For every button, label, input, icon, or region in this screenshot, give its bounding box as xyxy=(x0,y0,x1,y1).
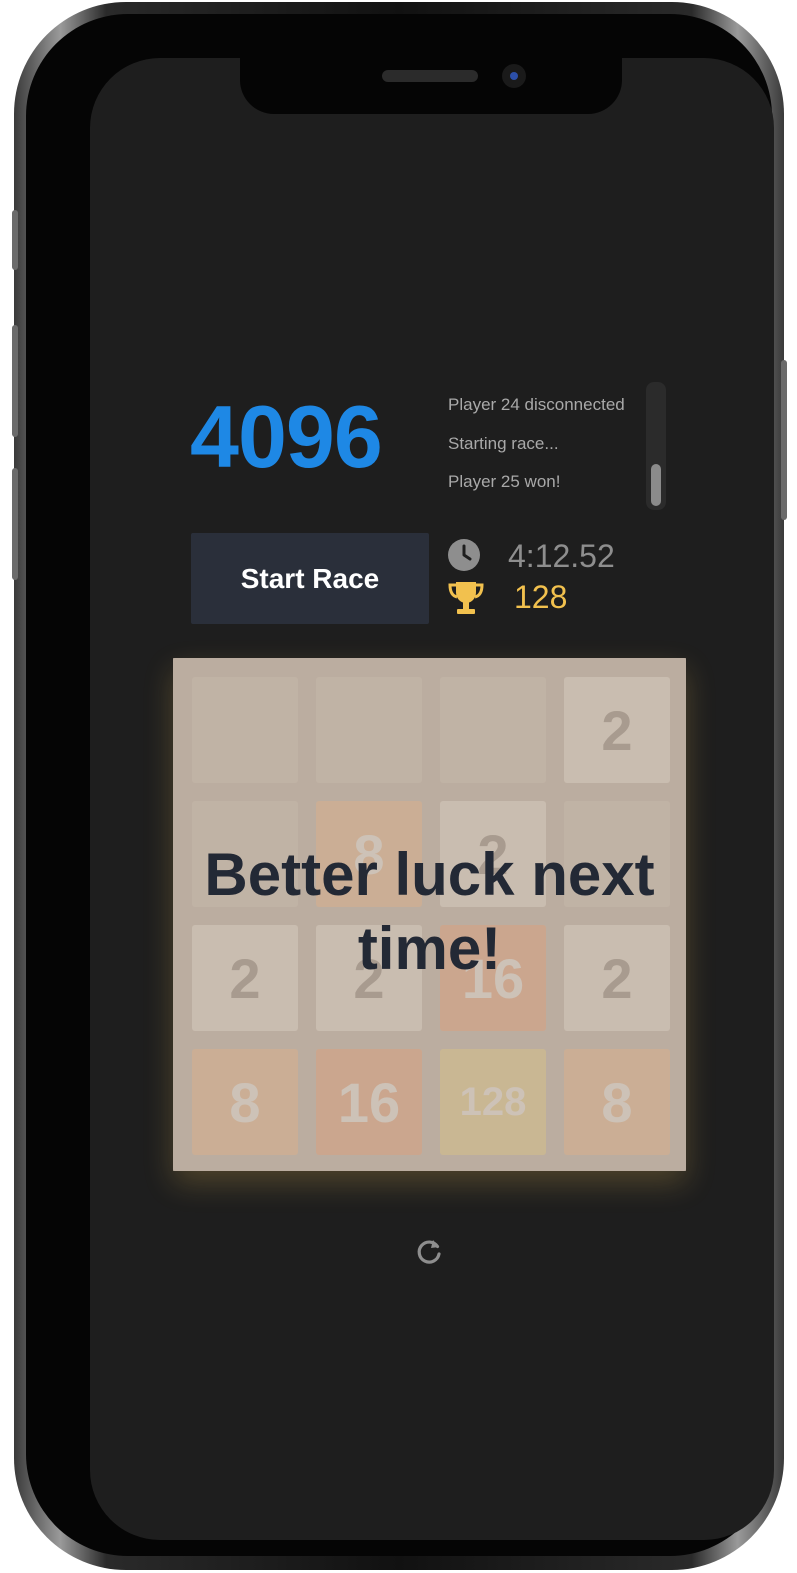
clock-icon xyxy=(448,539,480,571)
notch xyxy=(240,58,622,114)
score-display: 4096 xyxy=(190,387,383,486)
phone-bezel: 4096 Player 24 disconnected Starting rac… xyxy=(26,14,774,1556)
best-tile-value: 128 xyxy=(514,579,568,615)
game-over-overlay: Better luck next time! xyxy=(173,658,686,1171)
power-button xyxy=(781,360,787,520)
trophy-icon xyxy=(448,582,484,614)
game-over-message: Better luck next time! xyxy=(204,840,655,982)
start-race-button[interactable]: Start Race xyxy=(191,533,429,624)
event-feed[interactable]: Player 24 disconnected Starting race... … xyxy=(448,394,648,510)
volume-up-button xyxy=(12,325,18,437)
speaker-grille xyxy=(382,70,478,82)
restart-icon[interactable] xyxy=(413,1236,445,1268)
volume-down-button xyxy=(12,468,18,580)
feed-item: Player 25 won! xyxy=(448,472,561,491)
feed-item: Player 24 disconnected xyxy=(448,395,625,414)
app-screen: 4096 Player 24 disconnected Starting rac… xyxy=(90,58,774,1540)
silent-switch xyxy=(12,210,18,270)
feed-item: Starting race... xyxy=(448,433,559,453)
feed-scrollbar[interactable] xyxy=(646,382,666,510)
feed-scrollbar-thumb[interactable] xyxy=(651,464,661,506)
camera-icon xyxy=(502,64,526,88)
game-board[interactable]: 2 8 2 2 2 16 2 8 16 128 8 Better luck ne… xyxy=(173,658,686,1171)
race-timer: 4:12.52 xyxy=(508,538,615,574)
